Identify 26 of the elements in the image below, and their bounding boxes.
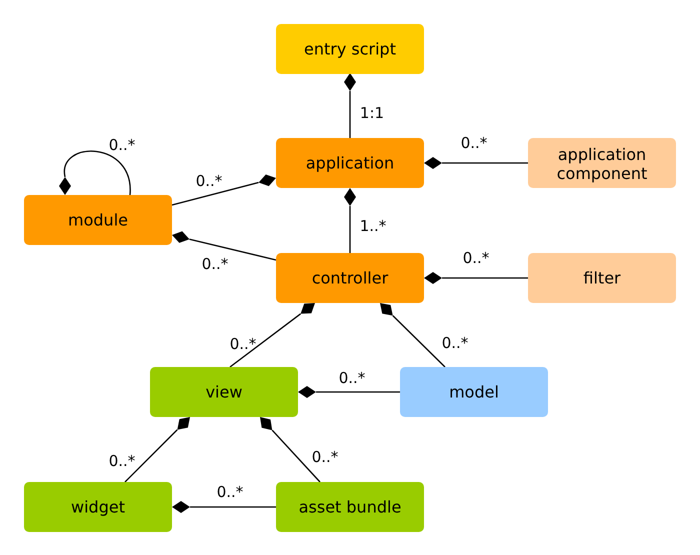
class-box: view — [150, 367, 298, 417]
class-box: filter — [528, 253, 676, 303]
multiplicity-label: 0..* — [460, 134, 488, 152]
multiplicity-label: 0..* — [312, 448, 338, 466]
composition-connector — [59, 150, 131, 196]
multiplicity-label: 0..* — [338, 369, 366, 387]
multiplicity-label: 1..* — [360, 217, 386, 235]
class-box: controller — [276, 253, 424, 303]
class-box: asset bundle — [276, 482, 424, 532]
class-box: widget — [24, 482, 172, 532]
multiplicity-label: 1:1 — [360, 104, 384, 122]
class-box: module — [24, 195, 172, 245]
class-box: entry script — [276, 24, 424, 74]
multiplicity-label: 0..* — [462, 249, 490, 267]
class-box: application — [276, 138, 424, 188]
multiplicity-label: 0..* — [202, 255, 228, 273]
class-box: application component — [528, 138, 676, 188]
multiplicity-label: 0..* — [108, 452, 136, 470]
class-box: model — [400, 367, 548, 417]
composition-connector — [344, 188, 356, 253]
multiplicity-label: 0..* — [108, 136, 136, 154]
multiplicity-label: 0..* — [442, 334, 468, 352]
multiplicity-label: 0..* — [196, 172, 222, 190]
multiplicity-label: 0..* — [230, 335, 256, 353]
multiplicity-label: 0..* — [216, 483, 244, 501]
composition-connector — [344, 73, 356, 138]
